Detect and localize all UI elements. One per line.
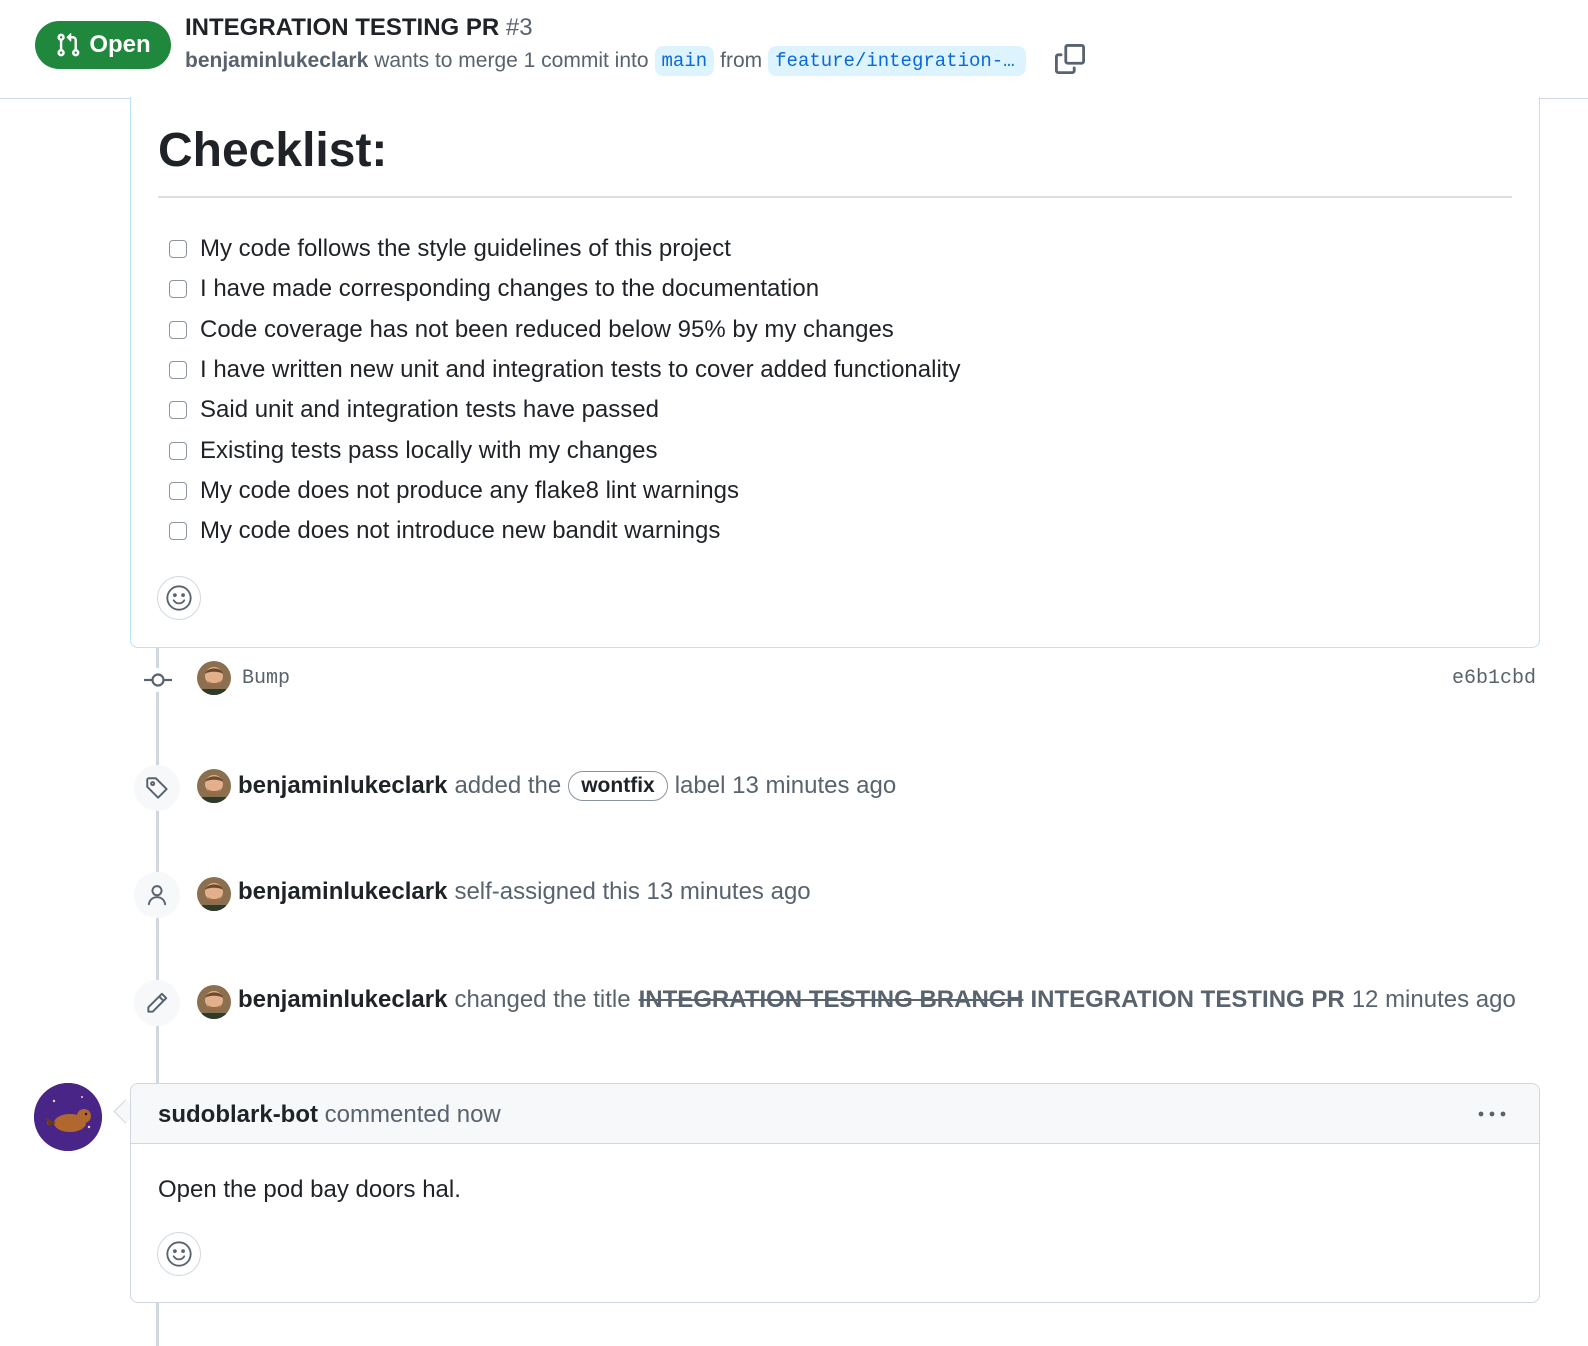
tag-icon [146, 777, 168, 799]
comment-author-line: sudoblark-bot commented now [158, 1101, 501, 1129]
task-label: Code coverage has not been reduced below… [200, 315, 894, 343]
task-label: Existing tests pass locally with my chan… [200, 436, 658, 464]
comment-header: sudoblark-bot commented now [131, 1084, 1539, 1144]
copy-icon[interactable] [1055, 44, 1085, 74]
pr-number: #3 [505, 14, 533, 41]
kebab-horizontal-icon[interactable] [1477, 1104, 1507, 1124]
rename-event: benjaminlukeclark changed the title INTE… [238, 986, 1516, 1014]
pr-state-badge: Open [35, 21, 171, 69]
task-list-item: My code does not produce any flake8 lint… [169, 471, 960, 511]
checklist-heading: Checklist: [158, 124, 388, 177]
task-checkbox[interactable] [169, 481, 187, 500]
pr-description-comment: Checklist: My code follows the style gui… [130, 97, 1540, 648]
git-commit-icon [143, 668, 173, 692]
task-checkbox[interactable] [169, 522, 187, 541]
git-pull-request-icon [57, 32, 80, 57]
task-list-item: Existing tests pass locally with my chan… [169, 430, 960, 470]
heading-divider [158, 196, 1512, 198]
task-label: Said unit and integration tests have pas… [200, 396, 659, 424]
event-text: self-assigned this 13 minutes ago [454, 878, 811, 905]
label-event-badge [134, 765, 180, 811]
task-checkbox[interactable] [169, 441, 187, 460]
label-chip-wontfix[interactable]: wontfix [568, 771, 668, 801]
task-list-item: Code coverage has not been reduced below… [169, 310, 960, 350]
pr-state-label: Open [89, 31, 151, 58]
task-list-item: My code does not introduce new bandit wa… [169, 511, 960, 551]
task-list-item: My code follows the style guidelines of … [169, 229, 960, 269]
pr-author-link[interactable]: benjaminlukeclark [185, 49, 368, 73]
assign-event-badge [134, 872, 180, 918]
event-actor-link[interactable]: benjaminlukeclark [238, 772, 447, 800]
from-text: from [720, 49, 763, 72]
event-time: label 13 minutes ago [674, 772, 897, 799]
pencil-icon [147, 992, 168, 1013]
comment-author-link[interactable]: sudoblark-bot [158, 1101, 318, 1128]
old-title: INTEGRATION TESTING BRANCH [638, 986, 1024, 1013]
task-checkbox[interactable] [169, 361, 187, 380]
assign-event: benjaminlukeclark self-assigned this 13 … [238, 878, 811, 906]
pr-title: INTEGRATION TESTING PR #3 [185, 14, 533, 42]
comment-action: commented now [324, 1101, 501, 1128]
event-actor-link[interactable]: benjaminlukeclark [238, 986, 447, 1014]
add-reaction-button[interactable] [157, 1232, 201, 1276]
task-list: My code follows the style guidelines of … [169, 229, 960, 551]
base-branch[interactable]: main [654, 46, 715, 76]
label-event: benjaminlukeclark added the wontfix labe… [238, 771, 896, 801]
event-text: added the [454, 772, 562, 799]
avatar[interactable] [197, 661, 231, 695]
comment-body: Open the pod bay doors hal. [158, 1176, 461, 1203]
merge-text: wants to merge 1 commit into [374, 49, 649, 72]
task-label: My code does not produce any flake8 lint… [200, 476, 739, 504]
smiley-icon [166, 1241, 192, 1267]
task-checkbox[interactable] [169, 240, 187, 259]
pr-merge-summary: benjaminlukeclark wants to merge 1 commi… [185, 46, 1032, 76]
head-branch[interactable]: feature/integration-t… [768, 46, 1027, 76]
pr-title-text: INTEGRATION TESTING PR [185, 14, 500, 41]
task-list-item: Said unit and integration tests have pas… [169, 390, 960, 430]
task-label: I have made corresponding changes to the… [200, 275, 820, 303]
task-list-item: I have made corresponding changes to the… [169, 269, 960, 309]
event-time: 12 minutes ago [1351, 986, 1516, 1013]
smiley-icon [166, 585, 192, 611]
new-title: INTEGRATION TESTING PR [1030, 986, 1345, 1013]
task-list-item: I have written new unit and integration … [169, 350, 960, 390]
bot-comment: sudoblark-bot commented now Open the pod… [130, 1083, 1540, 1303]
task-label: My code follows the style guidelines of … [200, 235, 731, 263]
task-checkbox[interactable] [169, 280, 187, 299]
task-label: I have written new unit and integration … [200, 356, 961, 384]
avatar[interactable] [197, 877, 231, 911]
add-reaction-button[interactable] [157, 576, 201, 620]
commit-message-link[interactable]: Bump [242, 667, 290, 690]
task-checkbox[interactable] [169, 320, 187, 339]
commit-sha-link[interactable]: e6b1cbd [1452, 667, 1536, 690]
task-checkbox[interactable] [169, 401, 187, 420]
bot-avatar[interactable] [34, 1083, 102, 1151]
event-text: changed the title [454, 986, 631, 1013]
event-actor-link[interactable]: benjaminlukeclark [238, 878, 447, 906]
avatar[interactable] [197, 769, 231, 803]
pr-sticky-header: Open INTEGRATION TESTING PR #3 benjaminl… [0, 0, 1588, 99]
avatar[interactable] [197, 985, 231, 1019]
task-label: My code does not introduce new bandit wa… [200, 517, 721, 545]
person-icon [147, 885, 167, 906]
rename-event-badge [134, 980, 180, 1026]
